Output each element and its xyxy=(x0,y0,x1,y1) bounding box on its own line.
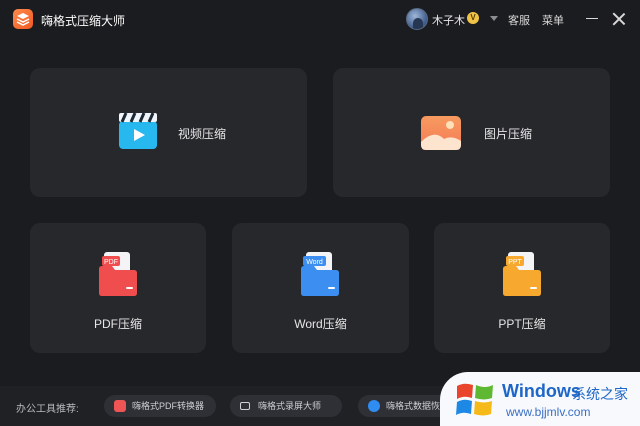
ppt-compress-card[interactable]: PPT PPT压缩 xyxy=(434,223,610,353)
ppt-badge-text: PPT xyxy=(508,259,522,266)
vip-badge-icon: V xyxy=(467,12,479,24)
windows-logo-icon xyxy=(454,380,496,425)
chevron-down-icon[interactable] xyxy=(490,16,498,21)
watermark-url: www.bjjmlv.com xyxy=(506,405,591,419)
video-clapper-icon xyxy=(118,112,158,155)
watermark: Windows 系统之家 www.bjjmlv.com xyxy=(440,372,640,426)
image-compress-label: 图片压缩 xyxy=(484,127,533,141)
watermark-title: Windows xyxy=(502,381,581,401)
pdf-folder-icon: PDF xyxy=(98,251,138,302)
word-badge-text: Word xyxy=(306,259,323,266)
app-logo-icon xyxy=(13,9,33,29)
data-recovery-icon xyxy=(368,400,380,412)
recommended-tools-label: 办公工具推荐: xyxy=(16,404,79,415)
video-compress-card[interactable]: 视频压缩 xyxy=(30,68,307,197)
image-landscape-icon xyxy=(420,115,462,156)
ppt-compress-label: PPT压缩 xyxy=(498,317,546,331)
pdf-compress-label: PDF压缩 xyxy=(93,317,142,331)
customer-service-button[interactable]: 客服 xyxy=(508,12,530,28)
menu-button[interactable]: 菜单 xyxy=(542,12,564,28)
pdf-converter-label: 嗨格式PDF转换器 xyxy=(132,401,205,411)
video-compress-label: 视频压缩 xyxy=(178,127,227,141)
close-icon[interactable] xyxy=(612,12,626,26)
word-compress-card[interactable]: Word Word压缩 xyxy=(232,223,409,353)
data-recovery-label: 嗨格式数据恢 xyxy=(386,401,441,411)
screen-recorder-label: 嗨格式录屏大师 xyxy=(258,401,322,411)
image-compress-card[interactable]: 图片压缩 xyxy=(333,68,610,197)
username[interactable]: 木子木 xyxy=(432,12,465,28)
pdf-converter-button[interactable]: 嗨格式PDF转换器 xyxy=(104,395,216,417)
pdf-converter-icon xyxy=(114,400,126,412)
app-title: 嗨格式压缩大师 xyxy=(41,14,126,28)
watermark-subtitle: 系统之家 xyxy=(572,386,628,402)
minimize-icon[interactable] xyxy=(586,18,598,19)
camera-icon xyxy=(240,402,250,410)
title-bar: 嗨格式压缩大师 木子木 V 客服 菜单 xyxy=(0,0,640,38)
word-folder-icon: Word xyxy=(300,251,340,302)
word-compress-label: Word压缩 xyxy=(294,317,347,331)
pdf-compress-card[interactable]: PDF PDF压缩 xyxy=(30,223,206,353)
ppt-folder-icon: PPT xyxy=(502,251,542,302)
avatar[interactable] xyxy=(406,8,428,30)
pdf-badge-text: PDF xyxy=(104,259,118,266)
screen-recorder-button[interactable]: 嗨格式录屏大师 xyxy=(230,395,342,417)
